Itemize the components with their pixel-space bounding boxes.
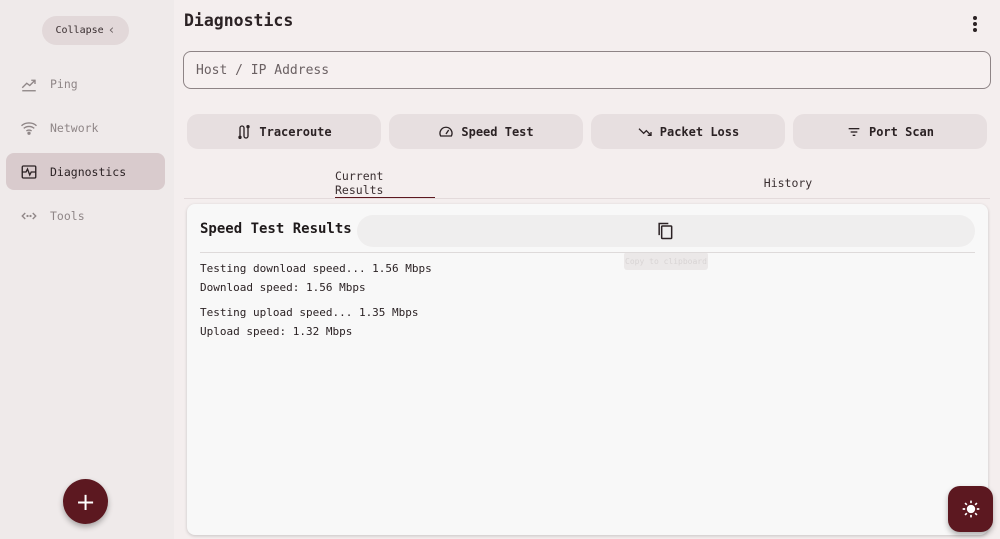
filter-icon	[848, 127, 860, 136]
result-line: Download speed: 1.56 Mbps	[200, 281, 366, 294]
tab-label: Current Results	[335, 168, 384, 197]
sidebar-item-label: Ping	[50, 76, 78, 91]
port-scan-button[interactable]: Port Scan	[793, 114, 987, 149]
tab-divider	[184, 198, 990, 199]
sidebar-item-label: Tools	[50, 208, 85, 223]
add-button[interactable]: +	[63, 479, 108, 524]
sidebar-item-ping[interactable]: Ping	[6, 65, 165, 102]
ping-icon	[21, 79, 36, 91]
packet-loss-button[interactable]: Packet Loss	[591, 114, 785, 149]
page-title: Diagnostics	[184, 11, 294, 30]
collapse-label: Collapse	[55, 25, 104, 36]
speed-test-label: Speed Test	[461, 124, 534, 139]
add-icon: +	[75, 487, 96, 516]
sidebar-item-label: Diagnostics	[50, 164, 127, 179]
host-input[interactable]	[183, 51, 991, 89]
sidebar-item-tools[interactable]: Tools	[6, 197, 165, 234]
results-title: Speed Test Results	[200, 221, 352, 237]
sidebar: Collapse ‹ Ping Network Diagnostics Tool…	[0, 0, 174, 539]
trending-down-icon	[638, 127, 652, 136]
result-line: Upload speed: 1.32 Mbps	[200, 325, 353, 338]
traceroute-label: Traceroute	[259, 124, 332, 139]
sidebar-item-network[interactable]: Network	[6, 109, 165, 146]
sun-icon	[962, 500, 979, 518]
more-vert-icon[interactable]	[966, 14, 984, 34]
tab-label: History	[763, 175, 813, 190]
results-card: Speed Test Results Copy to clipboard Tes…	[187, 204, 988, 535]
sidebar-item-diagnostics[interactable]: Diagnostics	[6, 153, 165, 190]
traceroute-button[interactable]: Traceroute	[187, 114, 381, 149]
speedometer-icon	[439, 126, 453, 137]
result-line: Testing download speed... 1.56 Mbps	[200, 262, 432, 275]
code-icon	[21, 212, 37, 219]
wifi-icon	[21, 121, 37, 135]
result-line: Testing upload speed... 1.35 Mbps	[200, 306, 419, 319]
copy-icon[interactable]	[655, 221, 675, 241]
tab-history[interactable]: History	[738, 166, 838, 199]
divider	[200, 252, 975, 253]
copy-tooltip: Copy to clipboard	[624, 252, 708, 270]
theme-toggle-button[interactable]	[948, 486, 993, 532]
speed-test-button[interactable]: Speed Test	[389, 114, 583, 149]
sidebar-item-label: Network	[50, 120, 99, 135]
monitor-heart-icon	[21, 164, 37, 179]
collapse-button[interactable]: Collapse ‹	[42, 16, 129, 45]
chevron-left-icon: ‹	[107, 23, 116, 38]
tab-current-results[interactable]: Current Results	[335, 166, 435, 199]
packet-loss-label: Packet Loss	[659, 124, 740, 139]
port-scan-label: Port Scan	[868, 124, 935, 139]
route-icon	[238, 124, 251, 139]
